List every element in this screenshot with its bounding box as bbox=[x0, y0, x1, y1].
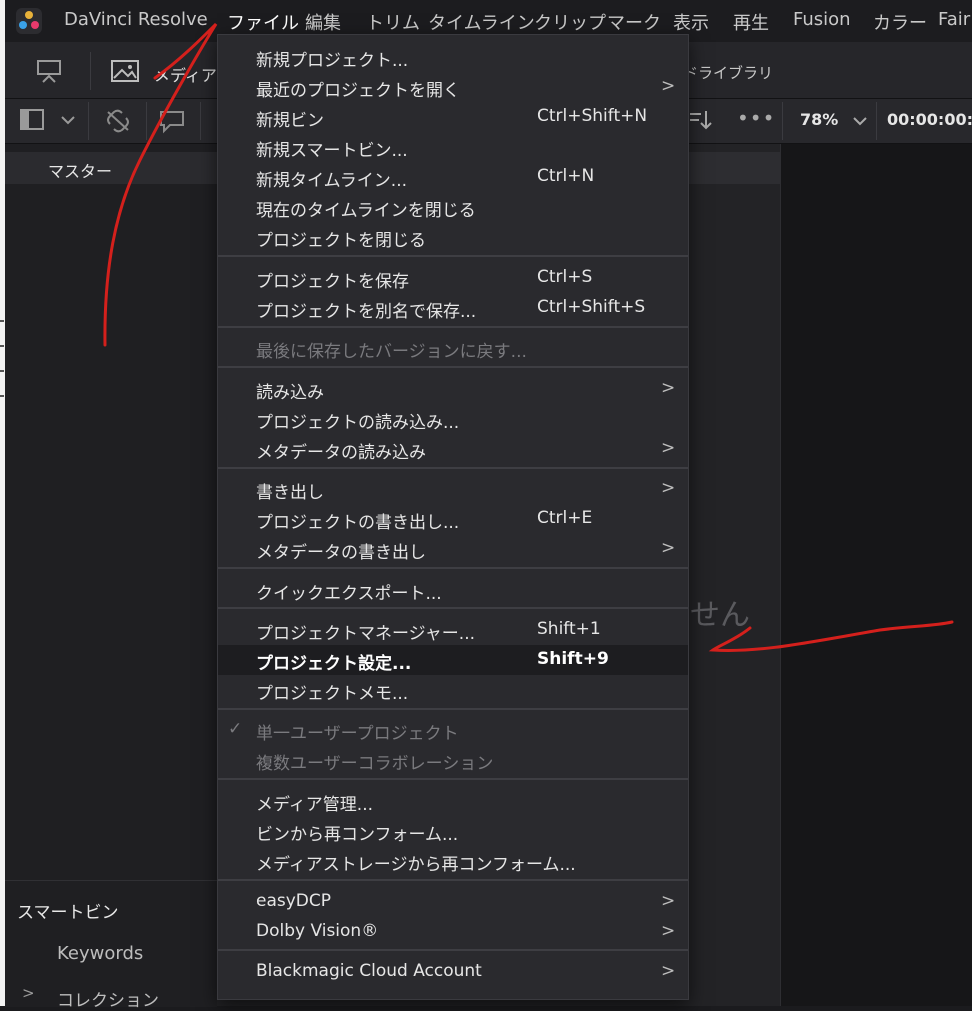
red-annotation-strokes bbox=[103, 22, 954, 652]
